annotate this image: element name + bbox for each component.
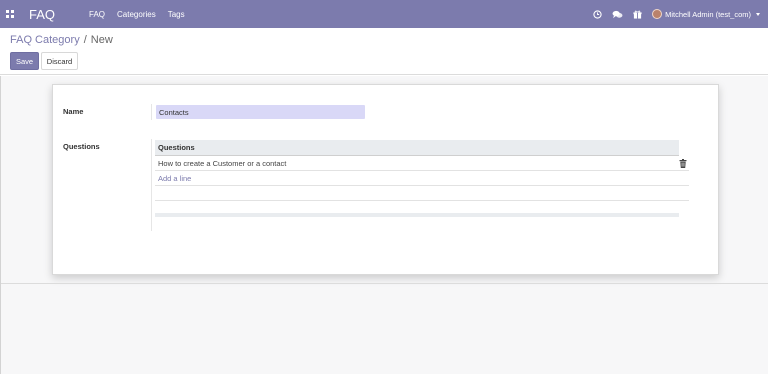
empty-row <box>155 186 689 201</box>
clock-icon[interactable] <box>592 9 603 20</box>
user-name: Mitchell Admin (test_com) <box>665 9 751 19</box>
app-title[interactable]: FAQ <box>29 7 55 22</box>
systray: Mitchell Admin (test_com) <box>592 0 768 28</box>
main-menu: FAQ Categories Tags <box>89 10 197 19</box>
top-navbar: FAQ FAQ Categories Tags Mitchell Admin (… <box>0 0 768 28</box>
questions-column-header[interactable]: Questions <box>155 140 679 156</box>
chat-icon[interactable] <box>612 9 623 20</box>
questions-list: Questions How to create a Customer or a … <box>155 140 691 217</box>
menu-item-faq[interactable]: FAQ <box>89 10 105 19</box>
breadcrumb-parent[interactable]: FAQ Category <box>10 34 80 46</box>
question-row[interactable]: How to create a Customer or a contact <box>155 156 689 171</box>
field-divider <box>151 104 152 120</box>
add-line-link[interactable]: Add a line <box>155 171 689 186</box>
discard-button[interactable]: Discard <box>41 52 78 70</box>
menu-item-tags[interactable]: Tags <box>168 10 185 19</box>
save-button[interactable]: Save <box>10 52 39 70</box>
breadcrumb: FAQ Category / New <box>10 34 113 46</box>
content-divider <box>1 283 768 284</box>
question-text[interactable]: How to create a Customer or a contact <box>158 159 286 168</box>
chevron-down-icon <box>756 12 760 16</box>
form-sheet: Name Contacts Questions Questions How to… <box>52 84 719 275</box>
questions-label: Questions <box>63 142 100 151</box>
breadcrumb-current: New <box>90 34 113 46</box>
menu-item-categories[interactable]: Categories <box>117 10 156 19</box>
control-panel: FAQ Category / New Save Discard <box>0 28 768 75</box>
list-footer <box>155 213 679 217</box>
breadcrumb-separator: / <box>83 34 87 46</box>
apps-grid-icon[interactable] <box>6 10 14 18</box>
gift-icon[interactable] <box>632 9 643 20</box>
name-label: Name <box>63 107 84 116</box>
field-divider <box>151 139 152 231</box>
form-view: Name Contacts Questions Questions How to… <box>0 76 768 374</box>
user-menu[interactable]: Mitchell Admin (test_com) <box>652 9 760 19</box>
name-input[interactable]: Contacts <box>156 105 365 119</box>
avatar <box>652 9 663 19</box>
trash-icon[interactable] <box>679 159 687 168</box>
